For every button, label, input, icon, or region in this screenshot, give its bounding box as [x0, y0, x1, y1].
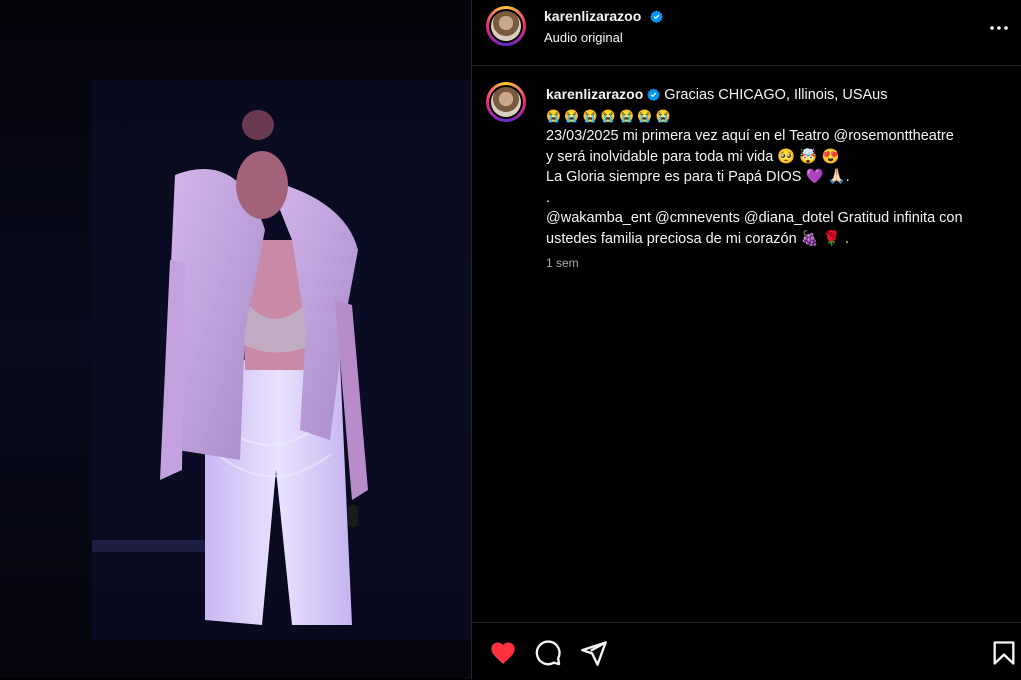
caption-line: y será inolvidable para toda mi vida 🥺 🤯…: [546, 148, 840, 165]
heart-icon[interactable]: [489, 639, 517, 667]
caption-avatar[interactable]: [486, 82, 526, 122]
verified-badge-icon: [649, 10, 663, 23]
caption-line: @wakamba_ent @cmnevents @diana_dotel Gra…: [546, 210, 963, 226]
more-icon[interactable]: [987, 16, 1011, 40]
post-header: karenlizarazoo Audio original: [472, 0, 1021, 66]
caption-line: ustedes familia preciosa de mi corazón 🍇…: [546, 230, 849, 247]
bookmark-icon[interactable]: [990, 639, 1018, 667]
caption-line: La Gloria siempre es para ti Papá DIOS 💜…: [546, 169, 850, 185]
action-bar: [472, 622, 1021, 680]
caption-line: Gracias CHICAGO, Illinois, USAus: [664, 87, 888, 103]
post-caption: karenlizarazoo Gracias CHICAGO, Illinois…: [546, 84, 1006, 249]
verified-badge-icon: [647, 88, 661, 101]
post-timestamp[interactable]: 1 sem: [546, 256, 579, 270]
caption-line: 23/03/2025 mi primera vez aquí en el Tea…: [546, 128, 954, 144]
audio-label[interactable]: Audio original: [544, 30, 623, 45]
caption-line: .: [546, 189, 551, 206]
comment-icon[interactable]: [534, 639, 562, 667]
post-side-panel: karenlizarazoo Audio original karenlizar…: [472, 0, 1021, 679]
post-photo: [0, 0, 471, 679]
caption-emojis: 😭 😭 😭 😭 😭 😭 😭: [546, 108, 671, 123]
share-icon[interactable]: [580, 639, 608, 667]
avatar[interactable]: [486, 6, 526, 46]
header-username[interactable]: karenlizarazoo: [544, 8, 641, 24]
caption-username[interactable]: karenlizarazoo: [546, 86, 643, 102]
post-media[interactable]: [0, 0, 471, 679]
